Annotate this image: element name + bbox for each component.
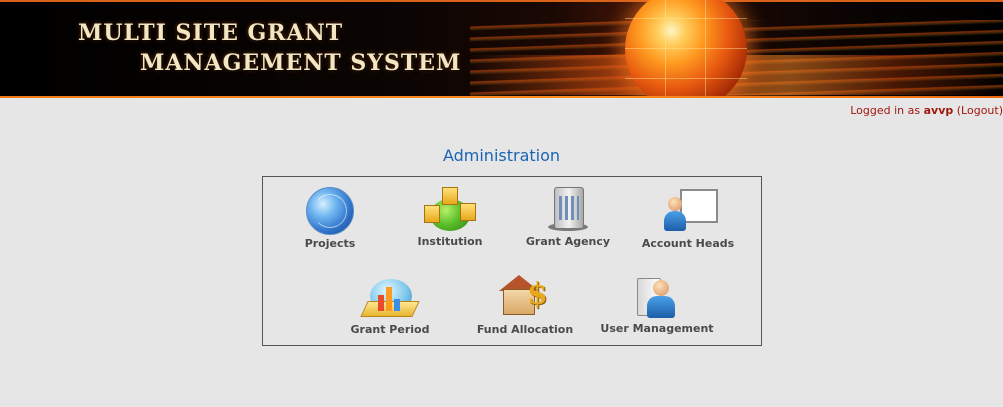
admin-item-account-heads[interactable]: Account Heads xyxy=(623,187,753,250)
admin-item-grant-agency[interactable]: Grant Agency xyxy=(503,185,633,248)
header-bottom-line xyxy=(0,96,1003,98)
institution-globe-icon xyxy=(424,185,476,233)
header-top-line xyxy=(0,0,1003,2)
grant-agency-building-icon xyxy=(542,185,594,233)
admin-item-label: Fund Allocation xyxy=(476,323,574,336)
admin-item-label: Grant Period xyxy=(350,323,430,336)
admin-item-user-management[interactable]: User Management xyxy=(592,272,722,335)
login-username: avvp xyxy=(923,104,954,117)
app-title-line-1: MULTI SITE GRANT xyxy=(78,20,344,46)
admin-item-grant-period[interactable]: Grant Period xyxy=(325,273,455,336)
admin-item-fund-allocation[interactable]: $ Fund Allocation xyxy=(460,273,590,336)
user-management-person-icon xyxy=(631,272,683,320)
admin-item-label: Projects xyxy=(304,237,356,250)
login-status: Logged in as avvp (Logout) xyxy=(850,104,1003,117)
admin-item-projects[interactable]: Projects xyxy=(265,187,395,250)
header-banner: MULTI SITE GRANT MANAGEMENT SYSTEM xyxy=(0,0,1003,98)
admin-item-label: Account Heads xyxy=(641,237,735,250)
logout-link[interactable]: (Logout) xyxy=(957,104,1003,117)
globe-logo-icon xyxy=(625,0,747,98)
globe-network-icon xyxy=(304,187,356,235)
admin-item-label: Grant Agency xyxy=(525,235,611,248)
fund-allocation-house-dollar-icon: $ xyxy=(499,273,551,321)
account-heads-person-board-icon xyxy=(662,187,718,235)
login-prefix: Logged in as xyxy=(850,104,924,117)
grant-period-chart-icon xyxy=(360,273,420,321)
admin-panel: Projects Institution Grant Agency Accoun… xyxy=(262,176,762,346)
admin-item-institution[interactable]: Institution xyxy=(385,185,515,248)
admin-item-label: User Management xyxy=(600,322,714,335)
page-title: Administration xyxy=(442,146,561,165)
app-title-line-2: MANAGEMENT SYSTEM xyxy=(140,50,462,76)
admin-item-label: Institution xyxy=(417,235,483,248)
